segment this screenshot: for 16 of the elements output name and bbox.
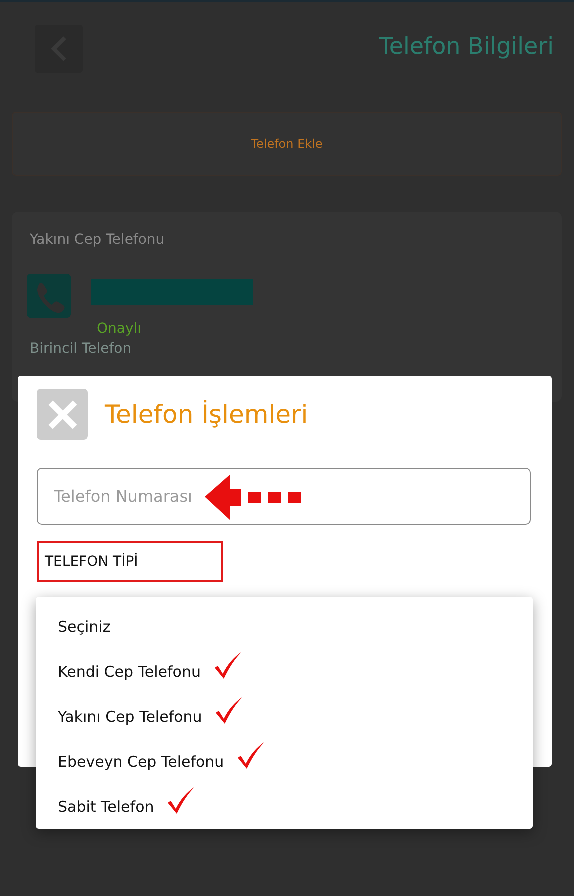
primary-phone-text: Birincil Telefon — [30, 341, 133, 357]
status-text: Onaylı — [97, 321, 143, 337]
dropdown-option[interactable]: Ebeveyn Cep Telefonu — [58, 752, 224, 771]
close-button[interactable] — [37, 389, 88, 440]
dropdown-option[interactable]: Yakını Cep Telefonu — [58, 708, 202, 726]
phone-type-text: Yakını Cep Telefonu — [30, 232, 166, 248]
phone-type-label: TELEFON TİPİ — [45, 554, 138, 570]
dropdown-option[interactable]: Seçiniz — [58, 618, 111, 636]
add-phone-button[interactable]: Telefon Ekle — [12, 112, 562, 176]
close-icon — [48, 400, 78, 430]
dropdown-option[interactable]: Kendi Cep Telefonu — [58, 663, 201, 682]
phone-icon — [27, 274, 71, 318]
page-title: Telefon Bilgileri — [379, 34, 554, 60]
dropdown-option[interactable]: Sabit Telefon — [58, 798, 154, 816]
dialog-title: Telefon İşlemleri — [105, 400, 308, 429]
phone-number-field[interactable]: Telefon Numarası — [37, 468, 531, 525]
